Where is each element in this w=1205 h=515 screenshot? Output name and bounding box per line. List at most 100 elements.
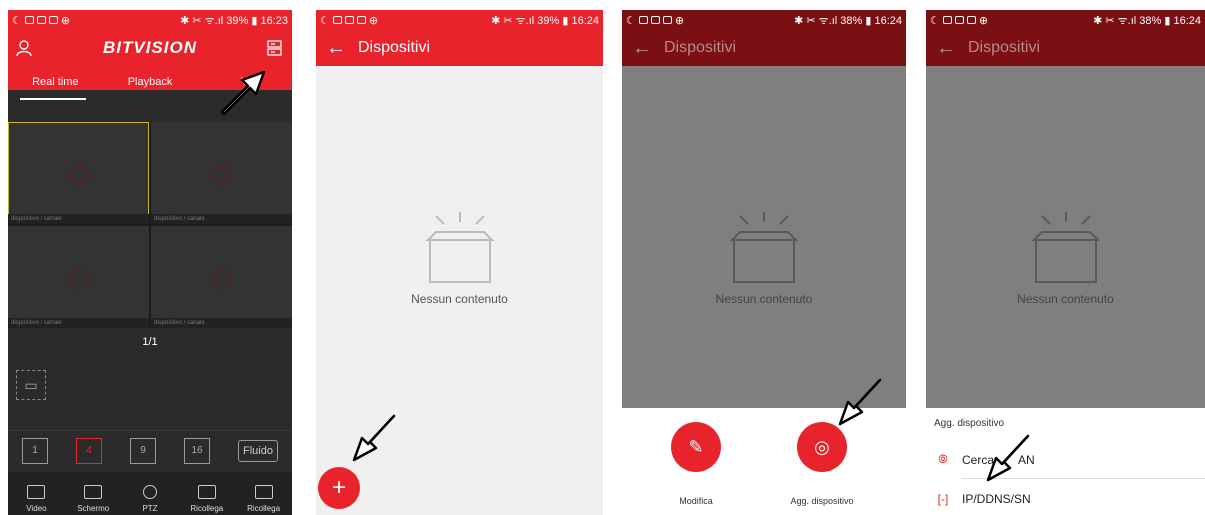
divider <box>962 478 1205 479</box>
screen-devices-menu: ☾ ⊕ ✱ ✂ ᯤ.ıl 38% ▮ 16:24 ← Dispositivi Ne… <box>622 10 906 515</box>
folder-icon[interactable]: ▭ <box>16 370 46 400</box>
status-bar: ☾ ⊕ ✱ ✂ ᯤ.ıl 38% ▮ 16:24 <box>622 10 906 30</box>
title-bar: ← Dispositivi <box>622 30 906 66</box>
action-label: Agg. dispositivo <box>790 496 854 506</box>
back-arrow-icon[interactable]: ← <box>936 38 956 58</box>
option-label-suffix: AN <box>1018 452 1035 467</box>
notification-icon: ⊕ <box>60 14 71 27</box>
notification-icon <box>942 16 952 24</box>
reconnect-all-icon <box>254 485 273 499</box>
nav-label: Schermo <box>77 504 110 513</box>
notification-icon <box>332 16 342 24</box>
edit-action[interactable]: ✎ Modifica <box>636 422 756 506</box>
moon-icon: ☾ <box>12 14 22 27</box>
option-label: IP/DDNS/SN <box>962 492 1031 506</box>
ptz-icon <box>142 485 157 499</box>
status-bar: ☾ ⊕ ✱ ✂ ᯤ.ıl 39% ▮ 16:23 <box>8 10 292 30</box>
notification-icon: ⊕ <box>368 14 379 27</box>
empty-box-icon <box>425 212 494 283</box>
add-button[interactable]: + <box>318 467 360 509</box>
camera-placeholder-icon <box>68 164 89 185</box>
tab-partial[interactable]: V <box>197 76 292 88</box>
back-arrow-icon[interactable]: ← <box>326 38 346 58</box>
status-notification-icons: ☾ ⊕ <box>320 14 378 27</box>
page-title: Dispositivi <box>968 39 1041 56</box>
reconnect-icon <box>197 485 216 499</box>
search-lan-option[interactable]: ⦾ Cerca AN <box>934 452 1035 467</box>
status-right: ✱ ✂ ᯤ.ıl 38% ▮ 16:24 <box>794 14 902 27</box>
moon-icon: ☾ <box>930 14 940 27</box>
nav-label: Ricollega <box>190 504 224 513</box>
live-tabs: Real time Playback V <box>8 76 292 88</box>
empty-state: Nessun contenuto <box>622 210 906 306</box>
cell-label: dispositivo / canale <box>151 318 292 328</box>
nav-label: PTZ <box>142 504 158 513</box>
layout-9-button[interactable]: 9 <box>130 437 156 464</box>
notification-icon <box>356 16 366 24</box>
active-tab-indicator <box>20 98 86 100</box>
devices-header: ☾ ⊕ ✱ ✂ ᯤ.ıl 38% ▮ 16:24 ← Dispositivi <box>926 10 1205 66</box>
notification-icon: ⊕ <box>978 14 989 27</box>
add-camera-icon: ◎ <box>797 422 847 472</box>
page-title: Dispositivi <box>358 39 431 56</box>
cell-label: dispositivo / canale <box>8 318 149 328</box>
empty-text: Nessun contenuto <box>1017 292 1114 306</box>
tab-playback[interactable]: Playback <box>103 76 198 88</box>
ptz-button[interactable]: PTZ <box>122 472 179 515</box>
devices-header: ☾ ⊕ ✱ ✂ ᯤ.ıl 39% ▮ 16:24 ← Dispositivi <box>316 10 603 66</box>
dim-overlay[interactable]: Nessun contenuto <box>926 66 1205 408</box>
video-button[interactable]: Video <box>8 472 65 515</box>
notification-icon: ⊕ <box>674 14 685 27</box>
layout-16-button[interactable]: 16 <box>184 437 210 464</box>
layout-1-button[interactable]: 1 <box>22 437 48 464</box>
back-arrow-icon[interactable]: ← <box>632 38 652 58</box>
nav-label: Video <box>26 504 47 513</box>
reconnect-all-button[interactable]: Ricollega <box>235 472 292 515</box>
status-right: ✱ ✂ ᯤ.ıl 38% ▮ 16:24 <box>1093 14 1201 27</box>
status-notification-icons: ☾ ⊕ <box>930 14 988 27</box>
reconnect-button[interactable]: Ricollega <box>178 472 235 515</box>
empty-state: Nessun contenuto <box>316 210 603 306</box>
status-right: ✱ ✂ ᯤ.ıl 39% ▮ 16:24 <box>491 14 599 27</box>
title-bar: ← Dispositivi <box>316 30 603 66</box>
screen-add-device-sheet: ☾ ⊕ ✱ ✂ ᯤ.ıl 38% ▮ 16:24 ← Dispositivi Ne… <box>926 10 1205 515</box>
notification-icon <box>650 16 660 24</box>
notification-icon <box>344 16 354 24</box>
camera-placeholder-icon <box>211 164 232 185</box>
video-icon <box>27 485 46 499</box>
moon-icon: ☾ <box>626 14 636 27</box>
screenshot-button[interactable]: Schermo <box>65 472 122 515</box>
layout-4-button[interactable]: 4 <box>76 437 102 464</box>
device-list-icon[interactable] <box>267 40 282 56</box>
video-cell[interactable]: dispositivo / canale <box>151 122 292 224</box>
empty-box-icon <box>1031 212 1100 283</box>
status-bar: ☾ ⊕ ✱ ✂ ᯤ.ıl 39% ▮ 16:24 <box>316 10 603 30</box>
bottom-toolbar: Video Schermo PTZ Ricollega Ricollega <box>8 472 292 515</box>
option-label: Cerca <box>962 452 995 467</box>
network-icon: [-] <box>937 492 949 506</box>
video-cell[interactable]: dispositivo / canale <box>8 226 149 328</box>
video-cell[interactable]: dispositivo / canale <box>151 226 292 328</box>
camera-placeholder-icon <box>211 268 232 289</box>
notification-icon <box>966 16 976 24</box>
page-title: Dispositivi <box>664 39 737 56</box>
sheet-title: Agg. dispositivo <box>934 418 1005 429</box>
add-device-action[interactable]: ◎ Agg. dispositivo <box>762 422 882 506</box>
tab-real-time[interactable]: Real time <box>8 76 103 88</box>
layout-toolbar: 1 4 9 16 Fluido <box>8 430 292 470</box>
dim-overlay[interactable]: Nessun contenuto <box>622 66 906 408</box>
empty-state: Nessun contenuto <box>926 210 1205 306</box>
cell-label: dispositivo / canale <box>151 214 292 224</box>
edit-icon: ✎ <box>671 422 721 472</box>
notification-icon <box>638 16 648 24</box>
ip-ddns-sn-option[interactable]: [-] IP/DDNS/SN <box>934 492 1031 506</box>
cell-label: dispositivo / canale <box>8 214 149 224</box>
video-grid: dispositivo / canale dispositivo / canal… <box>8 122 292 328</box>
empty-text: Nessun contenuto <box>715 292 813 306</box>
stream-quality-button[interactable]: Fluido <box>238 439 278 462</box>
location-icon: ⦾ <box>938 452 948 466</box>
tutorial-stage: ☾ ⊕ ✱ ✂ ᯤ.ıl 39% ▮ 16:23 BITVISION Real t… <box>0 0 1205 515</box>
live-header: ☾ ⊕ ✱ ✂ ᯤ.ıl 39% ▮ 16:23 BITVISION Real t… <box>8 10 292 90</box>
add-device-sheet: Agg. dispositivo ⦾ Cerca AN [-] IP/DDNS/S… <box>926 408 1205 515</box>
video-cell[interactable]: dispositivo / canale <box>8 122 149 224</box>
